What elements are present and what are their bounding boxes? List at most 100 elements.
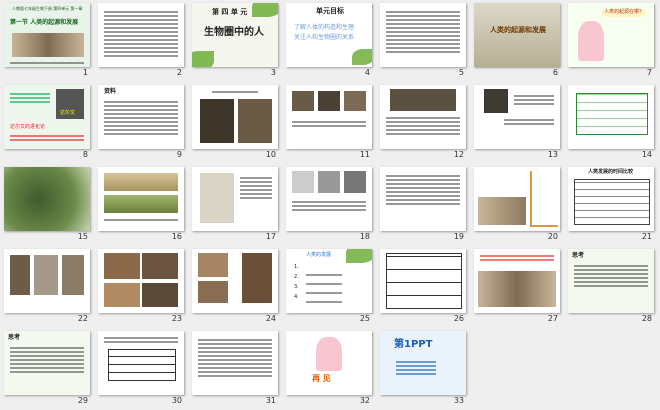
slide-thumb-17[interactable]: 17 — [188, 164, 282, 246]
slide-thumb-26[interactable]: 26 — [376, 246, 470, 328]
slide-thumb-14[interactable]: 14 — [564, 82, 658, 164]
slide-number: 18 — [359, 232, 370, 241]
slide-thumb-22[interactable]: 22 — [0, 246, 94, 328]
slide-thumb-30[interactable]: 30 — [94, 328, 188, 410]
slide-thumb-16[interactable]: 16 — [94, 164, 188, 246]
slide-number: 27 — [547, 314, 558, 323]
speech-bubble: 人类的起源在哪？ — [602, 9, 647, 17]
slide-number: 16 — [171, 232, 182, 241]
comparison-table — [386, 253, 462, 309]
slide-heading: 资料 — [104, 88, 117, 95]
slide-thumb-20[interactable]: 20 — [470, 164, 564, 246]
slide-thumb-13[interactable]: 13 — [470, 82, 564, 164]
slide-number: 8 — [82, 150, 88, 159]
objective-1: 了解人体的构造和生理 — [294, 24, 355, 31]
slide-number: 19 — [453, 232, 464, 241]
slide-number: 29 — [77, 396, 88, 405]
slide-number: 2 — [176, 68, 182, 77]
slide-number: 28 — [641, 314, 652, 323]
slide-number: 17 — [265, 232, 276, 241]
list-item: 1. — [294, 264, 299, 270]
slide-sorter-grid: 人教版七年级生物下册 第四单元 第一章 第一节 人类的起源和发展 1 2 第 四… — [0, 0, 660, 410]
slide-thumb-25[interactable]: 人类的发展 1. 2. 3. 4. 25 — [282, 246, 376, 328]
slide-number: 33 — [453, 396, 464, 405]
slide-thumb-3[interactable]: 第 四 单 元 生物圈中的人 3 — [188, 0, 282, 82]
slide-question: 达尔文的进化论 — [10, 124, 46, 130]
list-item: 2. — [294, 274, 299, 280]
slide-thumb-31[interactable]: 31 — [188, 328, 282, 410]
slide-number: 31 — [265, 396, 276, 405]
slide-number: 22 — [77, 314, 88, 323]
slide-title: 第一节 人类的起源和发展 — [10, 19, 79, 26]
slide-title: 人类的起源和发展 — [490, 26, 546, 34]
slide-thumb-32[interactable]: 再 见 32 — [282, 328, 376, 410]
slide-title: 人类的发展 — [306, 252, 332, 258]
slide-number: 14 — [641, 150, 652, 159]
slide-number: 6 — [552, 68, 558, 77]
table-image — [576, 93, 648, 135]
slide-thumb-5[interactable]: 5 — [376, 0, 470, 82]
slide-number: 26 — [453, 314, 464, 323]
list-item: 3. — [294, 284, 299, 290]
slide-thumb-12[interactable]: 12 — [376, 82, 470, 164]
slide-thumb-28[interactable]: 思考 28 — [564, 246, 658, 328]
slide-number: 32 — [359, 396, 370, 405]
slide-thumb-8[interactable]: 达尔文 达尔文的进化论 8 — [0, 82, 94, 164]
slide-thumb-10[interactable]: 10 — [188, 82, 282, 164]
ape-image — [238, 99, 272, 143]
ape-image — [200, 99, 234, 143]
unit-label: 第 四 单 元 — [212, 8, 248, 16]
slide-number: 13 — [547, 150, 558, 159]
slide-thumb-4[interactable]: 单元目标 了解人体的构造和生理 关注人和生物圈的关系 4 — [282, 0, 376, 82]
slide-number: 9 — [176, 150, 182, 159]
slide-thumb-6[interactable]: 人类的起源和发展 6 — [470, 0, 564, 82]
slide-thumb-11[interactable]: 11 — [282, 82, 376, 164]
tree-diagram — [530, 171, 558, 227]
slide-number: 5 — [458, 68, 464, 77]
slide-thumb-21[interactable]: 人类发展的时间比较 21 — [564, 164, 658, 246]
brand-logo: 第1PPT — [394, 339, 433, 350]
slide-number: 23 — [171, 314, 182, 323]
slide-thumb-7[interactable]: 人类的起源在哪？ 7 — [564, 0, 658, 82]
slide-heading: 单元目标 — [316, 7, 344, 15]
evolution-image — [474, 3, 560, 67]
slide-number: 10 — [265, 150, 276, 159]
slide-title: 人类发展的时间比较 — [588, 169, 634, 175]
slide-title: 生物圈中的人 — [204, 27, 264, 38]
comparison-table — [574, 179, 650, 225]
slide-number: 15 — [77, 232, 88, 241]
slide-number: 20 — [547, 232, 558, 241]
slide-number: 4 — [364, 68, 370, 77]
girl-cartoon-icon — [316, 337, 342, 371]
slide-thumb-2[interactable]: 2 — [94, 0, 188, 82]
slide-thumb-1[interactable]: 人教版七年级生物下册 第四单元 第一章 第一节 人类的起源和发展 1 — [0, 0, 94, 82]
girl-cartoon-icon — [578, 21, 604, 61]
slide-number: 12 — [453, 150, 464, 159]
slide-number: 3 — [270, 68, 276, 77]
slide-subtitle: 人教版七年级生物下册 第四单元 第一章 — [12, 6, 83, 11]
slide-thumb-15[interactable]: 15 — [0, 164, 94, 246]
slide-thumb-18[interactable]: 18 — [282, 164, 376, 246]
slide-number: 30 — [171, 396, 182, 405]
slide-thumb-29[interactable]: 思考 29 — [0, 328, 94, 410]
slide-heading: 思考 — [8, 334, 21, 341]
slide-thumb-9[interactable]: 资料 9 — [94, 82, 188, 164]
data-table — [108, 349, 176, 381]
slide-number: 25 — [359, 314, 370, 323]
goodbye-text: 再 见 — [312, 374, 331, 383]
portrait-label: 达尔文 — [60, 110, 76, 116]
slide-thumb-33[interactable]: 第1PPT 33 — [376, 328, 470, 410]
slide-thumb-19[interactable]: 19 — [376, 164, 470, 246]
slide-number: 21 — [641, 232, 652, 241]
evolution-image — [12, 33, 84, 57]
slide-thumb-23[interactable]: 23 — [94, 246, 188, 328]
slide-thumb-27[interactable]: 27 — [470, 246, 564, 328]
slide-heading: 思考 — [572, 252, 585, 259]
objective-2: 关注人和生物圈的关系 — [294, 34, 355, 41]
slide-number: 24 — [265, 314, 276, 323]
list-item: 4. — [294, 294, 299, 300]
forest-image — [4, 167, 90, 231]
slide-number: 7 — [646, 68, 652, 77]
slide-number: 1 — [82, 68, 88, 77]
slide-thumb-24[interactable]: 24 — [188, 246, 282, 328]
